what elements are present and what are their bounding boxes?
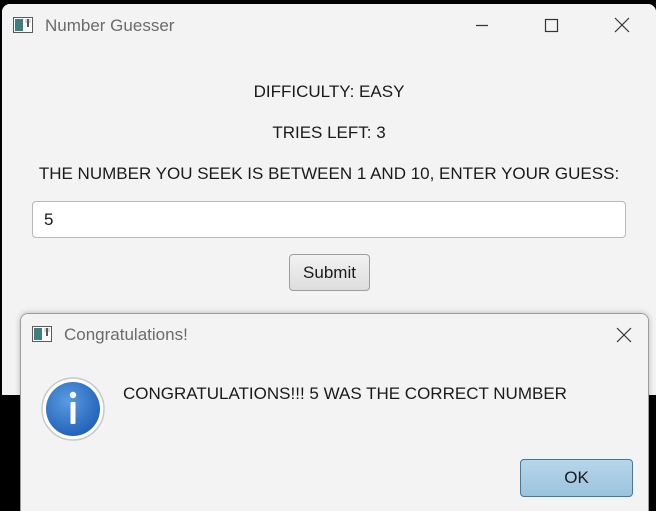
dialog-close-button[interactable] xyxy=(601,314,647,356)
maximize-icon xyxy=(544,18,559,33)
dialog-close-icon xyxy=(616,327,632,343)
minimize-icon xyxy=(476,24,488,27)
guess-prompt-label: THE NUMBER YOU SEEK IS BETWEEN 1 AND 10,… xyxy=(38,164,620,183)
guess-input[interactable] xyxy=(32,201,626,238)
app-icon xyxy=(13,17,33,33)
congratulations-dialog: Congratulations! CONGRATULATIONS!!! 5 WA… xyxy=(20,313,649,511)
close-icon xyxy=(614,17,630,33)
dialog-body: CONGRATULATIONS!!! 5 WAS THE CORRECT NUM… xyxy=(21,356,648,511)
dialog-titlebar[interactable]: Congratulations! xyxy=(21,314,648,356)
difficulty-label: DIFFICULTY: EASY xyxy=(253,82,405,101)
ok-button[interactable]: OK xyxy=(520,459,633,497)
dialog-message: CONGRATULATIONS!!! 5 WAS THE CORRECT NUM… xyxy=(123,384,567,403)
dialog-title: Congratulations! xyxy=(64,325,188,344)
info-icon xyxy=(41,377,105,441)
close-button[interactable] xyxy=(599,4,645,46)
dialog-app-icon xyxy=(32,326,52,342)
minimize-button[interactable] xyxy=(459,4,505,46)
main-titlebar[interactable]: Number Guesser xyxy=(2,4,656,46)
window-title: Number Guesser xyxy=(45,16,175,35)
tries-left-label: TRIES LEFT: 3 xyxy=(272,123,386,142)
maximize-button[interactable] xyxy=(528,4,574,46)
submit-button[interactable]: Submit xyxy=(289,254,370,291)
